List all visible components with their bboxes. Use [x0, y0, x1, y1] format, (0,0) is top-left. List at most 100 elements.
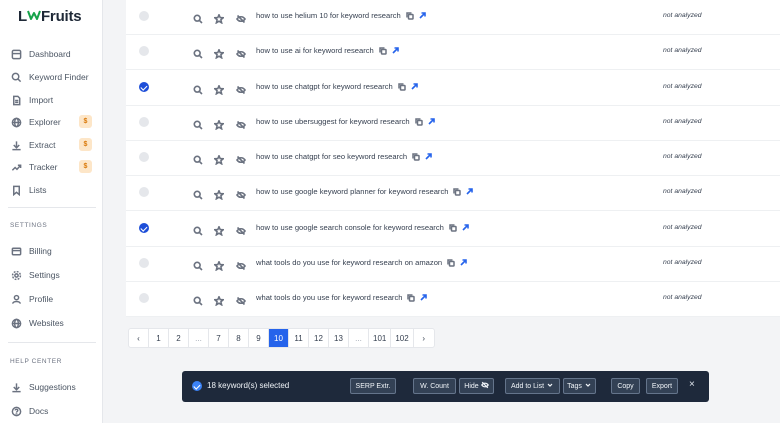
logo[interactable]: L Fruits	[18, 8, 82, 25]
page-button[interactable]: 7	[209, 329, 229, 347]
premium-badge: $	[79, 115, 92, 128]
external-link-icon[interactable]	[419, 12, 426, 19]
copy-icon[interactable]	[398, 82, 406, 91]
row-checkbox[interactable]	[139, 187, 149, 197]
star-icon[interactable]	[212, 82, 226, 96]
hide-icon[interactable]	[236, 82, 246, 95]
row-checkbox[interactable]	[139, 258, 149, 268]
star-icon[interactable]	[212, 11, 226, 25]
copy-icon[interactable]	[447, 258, 455, 267]
table-row[interactable]: how to use helium 10 for keyword researc…	[126, 0, 780, 35]
page-button[interactable]: 10	[269, 329, 289, 347]
hide-icon[interactable]	[236, 293, 246, 306]
row-checkbox[interactable]	[139, 82, 149, 92]
star-icon[interactable]	[212, 46, 226, 60]
hide-icon[interactable]	[236, 11, 246, 24]
table-row[interactable]: how to use chatgpt for keyword research n…	[126, 71, 780, 106]
table-row[interactable]: how to use ai for keyword research not an…	[126, 35, 780, 70]
sidebar-item-profile[interactable]: Profile	[10, 291, 98, 307]
page-button[interactable]: 11	[289, 329, 309, 347]
copy-icon[interactable]	[406, 11, 414, 20]
star-icon[interactable]	[212, 293, 226, 307]
external-link-icon[interactable]	[462, 224, 469, 231]
export-button[interactable]: Export	[646, 378, 678, 394]
search-icon[interactable]	[193, 223, 203, 236]
search-icon[interactable]	[193, 187, 203, 200]
hide-icon[interactable]	[236, 46, 246, 59]
tags-button[interactable]: Tags	[563, 378, 596, 394]
external-link-icon[interactable]	[425, 153, 432, 160]
search-icon[interactable]	[193, 258, 203, 271]
sidebar-item-explorer[interactable]: Explorer $	[10, 114, 98, 130]
sidebar-item-suggestions[interactable]: Suggestions	[10, 379, 98, 395]
row-checkbox[interactable]	[139, 117, 149, 127]
search-icon[interactable]	[193, 293, 203, 306]
row-checkbox[interactable]	[139, 293, 149, 303]
star-icon[interactable]	[212, 258, 226, 272]
search-icon[interactable]	[193, 46, 203, 59]
sidebar-item-tracker[interactable]: Tracker $	[10, 159, 98, 175]
copy-button[interactable]: Copy	[611, 378, 640, 394]
copy-icon[interactable]	[379, 46, 387, 55]
page-button[interactable]: 101	[369, 329, 392, 347]
table-row[interactable]: how to use google keyword planner for ke…	[126, 176, 780, 211]
selection-check-icon[interactable]	[192, 381, 202, 391]
sidebar-item-lists[interactable]: Lists	[10, 182, 98, 198]
hide-icon[interactable]	[236, 223, 246, 236]
sidebar-item-keyword-finder[interactable]: Keyword Finder	[10, 69, 98, 85]
sidebar-item-docs[interactable]: Docs	[10, 403, 98, 419]
external-link-icon[interactable]	[411, 83, 418, 90]
page-button[interactable]: 2	[169, 329, 189, 347]
star-icon[interactable]	[212, 223, 226, 237]
table-row[interactable]: what tools do you use for keyword resear…	[126, 247, 780, 282]
page-button[interactable]: 102	[391, 329, 414, 347]
hide-icon[interactable]	[236, 258, 246, 271]
star-icon[interactable]	[212, 152, 226, 166]
sidebar-item-dashboard[interactable]: Dashboard	[10, 46, 98, 62]
copy-icon[interactable]	[453, 187, 462, 196]
page-button[interactable]: 9	[249, 329, 269, 347]
hide-button[interactable]: Hide	[459, 378, 494, 394]
table-row[interactable]: what tools do you use for keyword resear…	[126, 282, 780, 317]
close-selection-button[interactable]: ×	[689, 379, 695, 390]
copy-icon[interactable]	[407, 293, 416, 302]
add-to-list-button[interactable]: Add to List	[505, 378, 560, 394]
external-link-icon[interactable]	[392, 47, 399, 54]
page-button[interactable]: 12	[309, 329, 329, 347]
sidebar-item-import[interactable]: Import	[10, 92, 98, 108]
copy-icon[interactable]	[449, 223, 457, 232]
table-row[interactable]: how to use google search console for key…	[126, 212, 780, 247]
search-icon[interactable]	[193, 82, 203, 95]
sidebar-item-extract[interactable]: Extract $	[10, 137, 98, 153]
sidebar-item-billing[interactable]: Billing	[10, 243, 98, 259]
external-link-icon[interactable]	[420, 294, 428, 301]
hide-icon[interactable]	[236, 152, 246, 165]
row-checkbox[interactable]	[139, 223, 149, 233]
search-icon[interactable]	[193, 11, 203, 24]
page-button[interactable]: 1	[149, 329, 169, 347]
hide-icon[interactable]	[236, 117, 246, 130]
search-icon[interactable]	[193, 152, 203, 165]
sidebar-item-settings[interactable]: Settings	[10, 267, 98, 283]
serp-extract-button[interactable]: SERP Extr.	[350, 378, 396, 394]
external-link-icon[interactable]	[460, 259, 467, 266]
hide-icon[interactable]	[236, 187, 246, 200]
sidebar-item-websites[interactable]: Websites	[10, 315, 98, 331]
external-link-icon[interactable]	[466, 188, 474, 195]
star-icon[interactable]	[212, 117, 226, 131]
search-icon[interactable]	[193, 117, 203, 130]
word-count-button[interactable]: W. Count	[413, 378, 456, 394]
star-icon[interactable]	[212, 187, 226, 201]
page-button[interactable]: 13	[329, 329, 349, 347]
external-link-icon[interactable]	[428, 118, 435, 125]
next-page-button[interactable]: ›	[414, 329, 434, 347]
row-checkbox[interactable]	[139, 46, 149, 56]
page-button[interactable]: 8	[229, 329, 249, 347]
row-checkbox[interactable]	[139, 11, 149, 21]
prev-page-button[interactable]: ‹	[129, 329, 149, 347]
row-checkbox[interactable]	[139, 152, 149, 162]
table-row[interactable]: how to use ubersuggest for keyword resea…	[126, 106, 780, 141]
copy-icon[interactable]	[412, 152, 420, 161]
table-row[interactable]: how to use chatgpt for seo keyword resea…	[126, 141, 780, 176]
copy-icon[interactable]	[414, 117, 423, 126]
